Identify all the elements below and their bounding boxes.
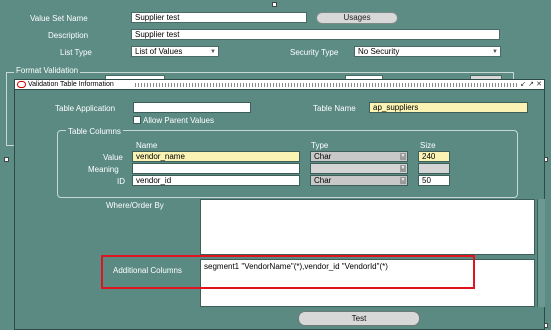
- value-column-name-field[interactable]: vendor_name: [132, 151, 300, 162]
- chevron-down-icon: ▼: [210, 49, 216, 55]
- scrollbar[interactable]: [537, 199, 545, 307]
- value-column-size-field[interactable]: 240: [418, 151, 450, 162]
- security-type-select[interactable]: No Security ▼: [354, 46, 501, 57]
- row-label-value: Value: [103, 153, 123, 162]
- close-icon[interactable]: ✕: [536, 80, 542, 89]
- col-header-type: Type: [311, 141, 329, 150]
- allow-parent-values-label: Allow Parent Values: [143, 116, 214, 125]
- allow-parent-values-checkbox[interactable]: [133, 116, 141, 124]
- list-type-label: List Type: [60, 48, 92, 57]
- row-label-id: ID: [117, 177, 125, 186]
- validation-table-window: Validation Table Information ↙ ↗ ✕ Table…: [14, 79, 545, 330]
- value-column-type-select[interactable]: Char ▼: [310, 151, 408, 162]
- table-columns-label: Table Columns: [66, 127, 123, 136]
- table-name-label: Table Name: [313, 104, 356, 113]
- table-name-field[interactable]: ap_suppliers: [369, 102, 528, 113]
- resize-handle[interactable]: [4, 157, 9, 162]
- row-label-meaning: Meaning: [88, 165, 119, 174]
- table-application-label: Table Application: [55, 104, 116, 113]
- where-order-by-field[interactable]: [200, 199, 535, 255]
- list-type-select[interactable]: List of Values ▼: [131, 46, 219, 57]
- oracle-icon: [17, 81, 26, 88]
- id-column-name-field[interactable]: vendor_id: [132, 175, 300, 186]
- id-column-size-field[interactable]: 50: [418, 175, 450, 186]
- resize-handle[interactable]: [272, 2, 277, 7]
- security-type-label: Security Type: [290, 48, 339, 57]
- value-set-name-field[interactable]: Supplier test: [131, 12, 307, 23]
- chevron-down-icon: ▼: [400, 177, 406, 184]
- value-set-name-label: Value Set Name: [30, 14, 88, 23]
- col-header-size: Size: [420, 141, 436, 150]
- meaning-column-size-field[interactable]: [418, 163, 450, 174]
- test-button[interactable]: Test: [298, 311, 420, 326]
- title-bar-grip: [135, 83, 518, 87]
- where-order-by-label: Where/Order By: [106, 201, 164, 210]
- usages-button[interactable]: Usages: [316, 12, 398, 24]
- minimize-icon[interactable]: ↙: [520, 80, 526, 89]
- security-type-value: No Security: [358, 47, 400, 56]
- window-title: Validation Table Information: [28, 81, 114, 88]
- meaning-column-type-select[interactable]: ▼: [310, 163, 408, 174]
- meaning-column-name-field[interactable]: [132, 163, 300, 174]
- value-column-type: Char: [314, 152, 332, 161]
- description-label: Description: [48, 31, 89, 40]
- chevron-down-icon: ▼: [400, 153, 406, 160]
- chevron-down-icon: ▼: [492, 49, 498, 55]
- id-column-type: Char: [314, 176, 332, 185]
- list-type-value: List of Values: [135, 47, 183, 56]
- highlight-box: [101, 255, 475, 289]
- chevron-down-icon: ▼: [400, 165, 406, 172]
- id-column-type-select[interactable]: Char ▼: [310, 175, 408, 186]
- window-title-bar[interactable]: Validation Table Information ↙ ↗ ✕: [15, 80, 544, 90]
- col-header-name: Name: [136, 141, 158, 150]
- description-field[interactable]: Supplier test: [131, 29, 500, 40]
- table-application-field[interactable]: [133, 102, 251, 113]
- maximize-icon[interactable]: ↗: [528, 80, 534, 89]
- format-validation-label: Format Validation: [14, 66, 81, 75]
